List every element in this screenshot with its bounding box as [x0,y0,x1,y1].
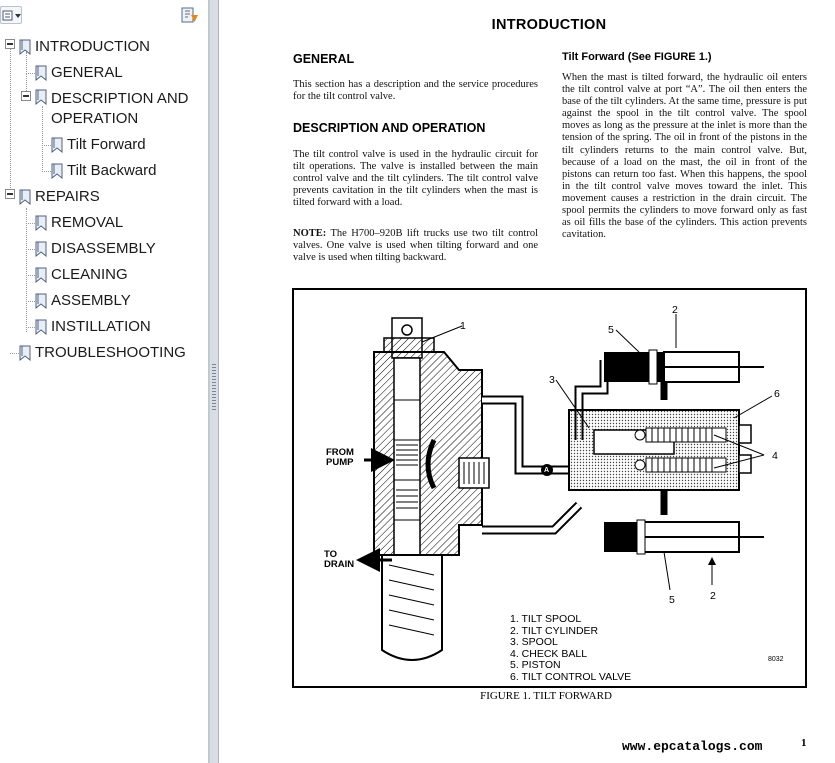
website-footer: www.epcatalogs.com [622,739,763,754]
bookmark-icon [51,163,63,179]
bookmark-description-and-operation[interactable]: DESCRIPTION AND OPERATION [35,86,189,132]
bookmark-label-line2: OPERATION [51,110,139,127]
description-heading: DESCRIPTION AND OPERATION [293,121,486,135]
bookmark-icon [35,89,47,105]
bookmark-label: Tilt Backward [67,162,157,179]
tilt-forward-text: When the mast is tilted forward, the hyd… [562,72,807,241]
bookmark-label: DISASSEMBLY [51,240,156,257]
callout-5-top: 5 [608,324,614,336]
bookmarks-toolbar [0,0,208,30]
note-paragraph: NOTE: The H700–920B lift trucks use two … [293,228,538,264]
bookmark-label-line1: DESCRIPTION AND [51,90,189,107]
callout-1: 1 [460,320,466,332]
bookmarks-panel: INTRODUCTION GENERAL DESCRIPTION AND OPE… [0,0,209,763]
bookmark-icon [35,293,47,309]
bookmark-label: INTRODUCTION [35,38,150,55]
bookmark-repairs[interactable]: REPAIRS [19,184,100,210]
general-heading: GENERAL [293,52,355,66]
document-page: INTRODUCTION GENERAL This section has a … [219,0,835,763]
splitter-grip-icon[interactable] [212,364,216,412]
description-text: The tilt control valve is used in the hy… [293,149,538,209]
callout-2-bottom: 2 [710,590,716,602]
figure-tilt-forward: FROM PUMP TO DRAIN A 1 2 3 4 5 6 5 2 1. … [292,288,807,688]
bookmark-label: DESCRIPTION AND OPERATION [51,89,189,129]
tilt-forward-heading: Tilt Forward (See FIGURE 1.) [562,51,712,63]
port-a-label: A [544,467,550,474]
bookmark-icon [51,137,63,153]
from-pump-label: FROM PUMP [326,447,354,468]
legend-item: 5. PISTON [510,659,561,671]
bookmark-icon [35,267,47,283]
callout-2-top: 2 [672,304,678,316]
bookmark-options-button[interactable] [0,6,22,24]
figure-legend: 1. TILT SPOOL 2. TILT CYLINDER 3. SPOOL … [510,613,632,683]
bookmark-icon [19,189,31,205]
legend-item: 6. TILT CONTROL VALVE [510,670,632,683]
legend-item: 3. SPOOL [510,636,558,648]
bookmark-icon [19,345,31,361]
bookmark-troubleshooting[interactable]: TROUBLESHOOTING [19,340,186,366]
bookmark-label: ASSEMBLY [51,292,131,309]
page-title: INTRODUCTION [491,17,607,33]
bookmark-icon [19,39,31,55]
bookmark-icon [35,241,47,257]
collapse-toggle-repairs[interactable] [5,189,15,199]
bookmark-disassembly[interactable]: DISASSEMBLY [35,236,156,262]
bookmark-label: INSTILLATION [51,318,151,335]
collapse-toggle-introduction[interactable] [5,39,15,49]
callout-3: 3 [549,374,555,386]
callout-6: 6 [774,388,780,400]
bookmark-label: REMOVAL [51,214,124,231]
bookmark-expand-icon [181,7,198,23]
bookmark-icon [35,215,47,231]
dropdown-arrow-icon [15,14,21,18]
page-number: 1 [801,737,807,749]
bookmark-label: GENERAL [51,64,123,81]
bookmark-general[interactable]: GENERAL [35,60,123,86]
bookmark-label: CLEANING [51,266,128,283]
figure-number: 8032 [768,656,784,663]
bookmark-tilt-forward[interactable]: Tilt Forward [51,132,146,158]
bookmark-instillation[interactable]: INSTILLATION [35,314,151,340]
note-label: NOTE: [293,228,327,239]
bookmark-tilt-backward[interactable]: Tilt Backward [51,158,156,184]
bookmark-cleaning[interactable]: CLEANING [35,262,128,288]
bookmark-icon [35,65,47,81]
note-text: The H700–920B lift trucks use two tilt c… [293,228,538,264]
bookmark-removal[interactable]: REMOVAL [35,210,123,236]
bookmark-icon [35,319,47,335]
bookmark-label: TROUBLESHOOTING [35,344,186,361]
callout-5-bottom: 5 [669,594,675,606]
collapse-toggle-description[interactable] [21,91,31,101]
bookmark-label: REPAIRS [35,188,100,205]
general-text: This section has a description and the s… [293,79,538,103]
figure-caption: FIGURE 1. TILT FORWARD [480,690,612,702]
pane-splitter[interactable] [209,0,219,763]
bookmark-assembly[interactable]: ASSEMBLY [35,288,131,314]
legend-item: 1. TILT SPOOL [510,613,582,625]
spring-housing [381,554,443,661]
to-drain-label: TO DRAIN [324,549,355,570]
bookmark-introduction[interactable]: INTRODUCTION [19,34,150,60]
callout-4: 4 [772,450,778,462]
expand-bookmark-button[interactable] [178,5,200,25]
bookmark-label: Tilt Forward [67,136,146,153]
